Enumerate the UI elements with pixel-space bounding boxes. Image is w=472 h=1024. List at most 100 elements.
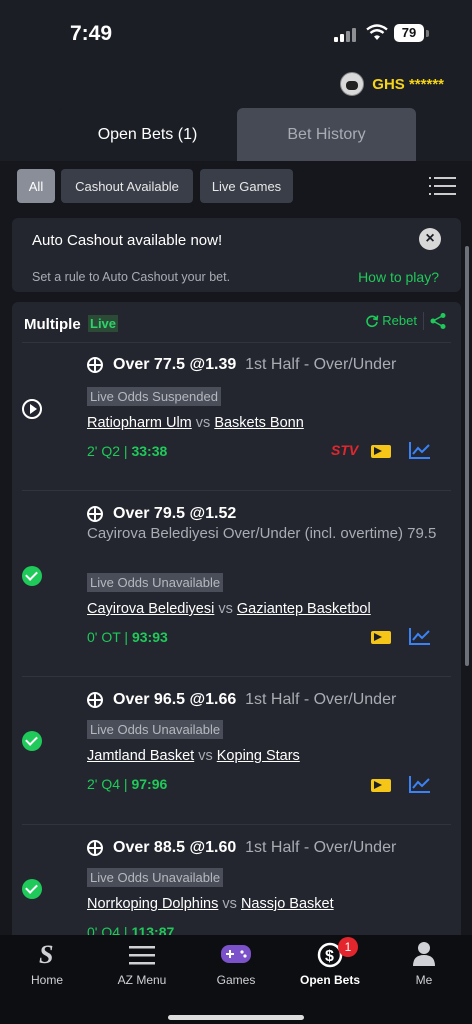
account-balance[interactable]: GHS ****** <box>340 72 444 96</box>
account-label: GHS ****** <box>372 75 444 93</box>
bottom-nav: S Home AZ Menu Games $ 1 Open Bets Me <box>0 935 472 1024</box>
vs-label: vs <box>195 415 211 431</box>
nav-az-menu[interactable]: AZ Menu <box>102 935 182 1005</box>
play-icon[interactable] <box>22 399 42 419</box>
list-menu-icon[interactable] <box>429 177 456 195</box>
share-icon[interactable] <box>429 312 447 330</box>
selection-pick: Over 79.5 @1.52 <box>113 505 237 522</box>
nav-az-label: AZ Menu <box>117 973 167 987</box>
odds-status-badge: Live Odds Unavailable <box>87 720 224 739</box>
away-team[interactable]: Nassjo Basket <box>241 896 334 912</box>
divider <box>423 312 424 330</box>
filter-live-games[interactable]: Live Games <box>200 169 293 203</box>
odds-status-badge: Live Odds Unavailable <box>87 868 224 887</box>
away-team[interactable]: Gaziantep Basketbol <box>237 601 371 617</box>
selection-title: Over 79.5 @1.52 <box>113 505 236 523</box>
match-score: 2' Q2 | 33:38 <box>87 443 167 459</box>
match-time: 0' Q4 | <box>87 924 128 935</box>
user-icon <box>413 942 435 966</box>
refresh-icon <box>366 314 379 327</box>
match-teams[interactable]: Norrkoping Dolphins vs Nassjo Basket <box>87 896 334 912</box>
basketball-icon <box>87 357 103 373</box>
how-to-play-link[interactable]: How to play? <box>358 269 439 285</box>
away-team[interactable]: Koping Stars <box>217 748 300 764</box>
match-teams[interactable]: Jamtland Basket vs Koping Stars <box>87 748 300 764</box>
selection-market: 1st Half - Over/Under <box>245 839 397 856</box>
match-time: 2' Q2 | <box>87 443 128 459</box>
close-icon[interactable]: × <box>419 228 441 250</box>
live-tracker-icon[interactable] <box>371 445 391 458</box>
stream-icon[interactable]: STV <box>331 442 358 458</box>
nav-open-bets[interactable]: $ 1 Open Bets <box>290 935 370 1005</box>
home-team[interactable]: Norrkoping Dolphins <box>87 896 218 912</box>
bet-selection[interactable]: Over 96.5 @1.66 1st Half - Over/Under Li… <box>22 676 451 825</box>
notice-title: Auto Cashout available now! <box>32 232 223 249</box>
hamburger-icon <box>129 946 155 965</box>
match-score: 2' Q4 | 97:96 <box>87 776 167 792</box>
match-time: 2' Q4 | <box>87 776 128 792</box>
bet-card: Multiple Live Rebet Over 77.5 @1.39 1st … <box>12 302 461 935</box>
home-team[interactable]: Cayirova Belediyesi <box>87 601 214 617</box>
rebet-label: Rebet <box>382 313 417 328</box>
nav-me[interactable]: Me <box>384 935 464 1005</box>
rebet-button[interactable]: Rebet <box>365 313 417 328</box>
home-team[interactable]: Ratiopharm Ulm <box>87 415 192 431</box>
vs-label: vs <box>198 748 213 764</box>
live-badge: Live <box>88 315 119 332</box>
away-team[interactable]: Baskets Bonn <box>214 415 303 431</box>
selection-pick: Over 88.5 @1.60 <box>113 839 237 856</box>
bet-type: Multiple <box>24 316 81 333</box>
match-score: 0' Q4 | 113:87 <box>87 924 174 935</box>
match-time: 0' OT | <box>87 629 129 645</box>
selection-pick: Over 77.5 @1.39 <box>113 356 237 373</box>
selection-title: Over 96.5 @1.66 1st Half - Over/Under <box>113 691 396 709</box>
basketball-icon <box>87 506 103 522</box>
basketball-icon <box>87 692 103 708</box>
status-bar: 7:49 79 <box>0 0 472 70</box>
wifi-icon <box>366 24 388 40</box>
selection-market: Cayirova Belediyesi Over/Under (incl. ov… <box>87 525 437 542</box>
nav-games[interactable]: Games <box>196 935 276 1005</box>
score-value: 97:96 <box>131 776 168 792</box>
tab-bet-history[interactable]: Bet History <box>237 108 416 161</box>
signal-icon <box>334 26 360 42</box>
selection-title: Over 77.5 @1.39 1st Half - Over/Under <box>113 356 396 374</box>
auto-cashout-notice: Auto Cashout available now! × Set a rule… <box>12 218 461 292</box>
selection-pick: Over 96.5 @1.66 <box>113 691 237 708</box>
nav-me-label: Me <box>415 973 433 987</box>
match-teams[interactable]: Cayirova Belediyesi vs Gaziantep Basketb… <box>87 601 371 617</box>
nav-open-bets-label: Open Bets <box>299 973 360 987</box>
vs-label: vs <box>222 896 237 912</box>
bets-list[interactable]: Auto Cashout available now! × Set a rule… <box>0 215 472 935</box>
battery-tip <box>426 30 429 37</box>
open-bets-badge: 1 <box>338 937 358 957</box>
tab-open-bets[interactable]: Open Bets (1) <box>58 108 237 161</box>
selection-title: Over 88.5 @1.60 1st Half - Over/Under <box>113 839 396 857</box>
bet-tabs: Open Bets (1) Bet History <box>58 108 416 161</box>
check-icon <box>22 879 42 899</box>
nav-home-label: Home <box>30 973 63 987</box>
live-tracker-icon[interactable] <box>371 779 391 792</box>
odds-status-badge: Live Odds Suspended <box>87 387 221 406</box>
stats-chart-icon[interactable] <box>409 627 431 645</box>
bet-selection[interactable]: Over 77.5 @1.39 1st Half - Over/Under Li… <box>22 342 451 491</box>
home-team[interactable]: Jamtland Basket <box>87 748 194 764</box>
scrollbar[interactable] <box>465 246 469 666</box>
stats-chart-icon[interactable] <box>409 775 431 793</box>
notice-subtitle: Set a rule to Auto Cashout your bet. <box>32 270 231 284</box>
filter-cashout[interactable]: Cashout Available <box>61 169 193 203</box>
score-value: 113:87 <box>131 924 175 935</box>
avatar <box>340 72 365 96</box>
score-value: 93:93 <box>131 629 168 645</box>
match-score: 0' OT | 93:93 <box>87 629 168 645</box>
bet-selection[interactable]: Over 79.5 @1.52 Cayirova Belediyesi Over… <box>22 490 451 677</box>
live-tracker-icon[interactable] <box>371 631 391 644</box>
filter-all[interactable]: All <box>17 169 55 203</box>
bet-selection[interactable]: Over 88.5 @1.60 1st Half - Over/Under Li… <box>22 824 451 935</box>
status-time: 7:49 <box>70 22 113 45</box>
svg-text:$: $ <box>325 948 334 965</box>
odds-status-badge: Live Odds Unavailable <box>87 573 224 592</box>
nav-home[interactable]: S Home <box>7 935 87 1005</box>
match-teams[interactable]: Ratiopharm Ulm vs Baskets Bonn <box>87 415 304 431</box>
stats-chart-icon[interactable] <box>409 441 431 459</box>
